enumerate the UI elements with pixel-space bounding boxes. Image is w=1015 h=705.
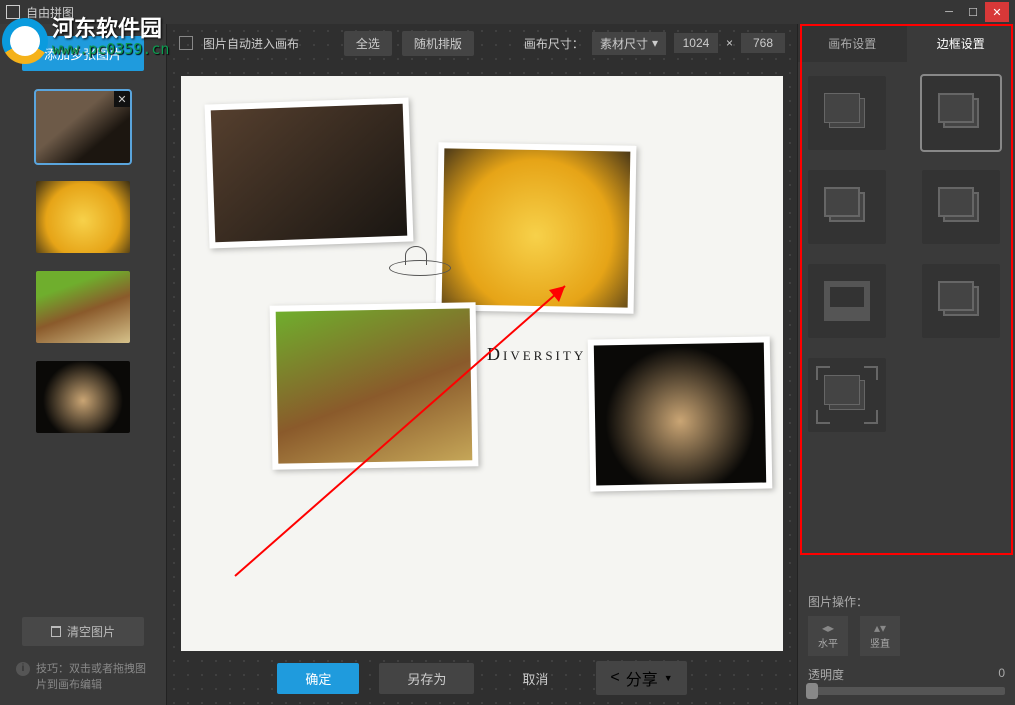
left-panel: 添加多张图片 ✕ 清空图片 i 技巧：双击或者拖拽图片到画布编辑 bbox=[0, 24, 167, 705]
share-label: 分享 bbox=[626, 666, 658, 690]
watermark-url: www.pc0359.cn bbox=[52, 40, 169, 58]
flip-v-icon: ▴▾ bbox=[874, 622, 886, 634]
ok-button[interactable]: 确定 bbox=[277, 663, 359, 694]
right-tabs: 画布设置 边框设置 bbox=[798, 24, 1015, 62]
chevron-down-icon: ▼ bbox=[664, 673, 673, 683]
tip-row: i 技巧：双击或者拖拽图片到画布编辑 bbox=[0, 656, 166, 705]
close-button[interactable]: ✕ bbox=[985, 2, 1009, 22]
thumbnail-item[interactable] bbox=[36, 271, 130, 343]
right-panel: 画布设置 边框设置 图片操作： ◂▸ 水平 ▴▾ 竖直 bbox=[797, 24, 1015, 705]
flip-v-label: 竖直 bbox=[870, 635, 890, 650]
chevron-down-icon: ▾ bbox=[652, 36, 658, 50]
auto-enter-checkbox[interactable] bbox=[179, 36, 193, 50]
width-input[interactable]: 1024 bbox=[674, 33, 718, 53]
canvas-photo[interactable] bbox=[588, 336, 773, 491]
random-layout-button[interactable]: 随机排版 bbox=[402, 31, 474, 56]
share-button[interactable]: < 分享 ▼ bbox=[596, 661, 686, 695]
window-controls: ─ ☐ ✕ bbox=[937, 2, 1009, 22]
opacity-slider[interactable] bbox=[808, 687, 1005, 695]
frame-style-shadow[interactable] bbox=[922, 170, 1000, 244]
canvas-photo[interactable] bbox=[205, 97, 414, 248]
cancel-button[interactable]: 取消 bbox=[494, 663, 576, 694]
frame-style-corners[interactable] bbox=[808, 358, 886, 432]
photo-image bbox=[594, 343, 766, 486]
frame-style-thick[interactable] bbox=[808, 170, 886, 244]
flip-h-label: 水平 bbox=[818, 635, 838, 650]
canvas-size-control: 画布尺寸： 素材尺寸 ▾ 1024 × 768 bbox=[524, 32, 785, 55]
maximize-button[interactable]: ☐ bbox=[961, 2, 985, 22]
top-toolbar: 图片自动进入画布 全选 随机排版 画布尺寸： 素材尺寸 ▾ 1024 × 768 bbox=[167, 24, 797, 62]
thumbnail-item[interactable] bbox=[36, 181, 130, 253]
clear-images-button[interactable]: 清空图片 bbox=[22, 617, 144, 646]
collage-canvas[interactable]: Diversity bbox=[181, 76, 783, 651]
size-mode-select[interactable]: 素材尺寸 ▾ bbox=[592, 32, 666, 55]
thumbnail-image bbox=[36, 271, 130, 343]
thumbnail-image bbox=[36, 181, 130, 253]
annotation-arrow bbox=[215, 276, 575, 591]
frame-style-stack[interactable] bbox=[922, 264, 1000, 338]
thumbnail-item[interactable]: ✕ bbox=[36, 91, 130, 163]
photo-image bbox=[211, 104, 407, 243]
save-as-button[interactable]: 另存为 bbox=[379, 663, 474, 694]
opacity-label: 透明度 bbox=[808, 666, 844, 683]
frame-style-simple[interactable] bbox=[922, 76, 1000, 150]
tab-canvas-settings[interactable]: 画布设置 bbox=[798, 24, 907, 62]
tab-frame-settings[interactable]: 边框设置 bbox=[907, 24, 1015, 62]
frame-style-none[interactable] bbox=[808, 76, 886, 150]
app-icon bbox=[6, 5, 20, 19]
flip-h-icon: ◂▸ bbox=[822, 622, 834, 634]
info-icon: i bbox=[16, 662, 30, 676]
clear-label: 清空图片 bbox=[67, 623, 115, 640]
image-ops: ◂▸ 水平 ▴▾ 竖直 bbox=[798, 616, 1015, 666]
thumbnail-image bbox=[36, 361, 130, 433]
center-area: 图片自动进入画布 全选 随机排版 画布尺寸： 素材尺寸 ▾ 1024 × 768 bbox=[167, 24, 797, 705]
tip-text: 技巧：双击或者拖拽图片到画布编辑 bbox=[36, 662, 150, 693]
opacity-control: 透明度 0 bbox=[798, 666, 1015, 705]
watermark-logo-icon bbox=[2, 18, 48, 64]
thumbnail-delete-icon[interactable]: ✕ bbox=[114, 91, 130, 107]
flip-vertical-button[interactable]: ▴▾ 竖直 bbox=[860, 616, 900, 656]
thumbnail-item[interactable] bbox=[36, 361, 130, 433]
frame-settings-area bbox=[798, 62, 1015, 446]
select-all-button[interactable]: 全选 bbox=[344, 31, 392, 56]
watermark-brand: 河东软件园 bbox=[52, 18, 169, 40]
share-icon: < bbox=[610, 669, 619, 687]
watermark: 河东软件园 www.pc0359.cn bbox=[2, 18, 169, 64]
trash-icon bbox=[51, 626, 61, 637]
minimize-button[interactable]: ─ bbox=[937, 2, 961, 22]
frame-style-polaroid[interactable] bbox=[808, 264, 886, 338]
thumbnail-list[interactable]: ✕ bbox=[0, 83, 166, 607]
size-label: 画布尺寸： bbox=[524, 35, 584, 52]
bottom-bar: 确定 另存为 取消 < 分享 ▼ bbox=[167, 651, 797, 705]
size-mode-value: 素材尺寸 bbox=[600, 35, 648, 52]
height-input[interactable]: 768 bbox=[741, 33, 785, 53]
image-ops-title: 图片操作： bbox=[798, 593, 1015, 616]
auto-enter-label: 图片自动进入画布 bbox=[203, 35, 299, 52]
opacity-value: 0 bbox=[998, 666, 1005, 683]
flip-horizontal-button[interactable]: ◂▸ 水平 bbox=[808, 616, 848, 656]
slider-knob[interactable] bbox=[806, 683, 818, 699]
size-sep: × bbox=[726, 36, 733, 50]
